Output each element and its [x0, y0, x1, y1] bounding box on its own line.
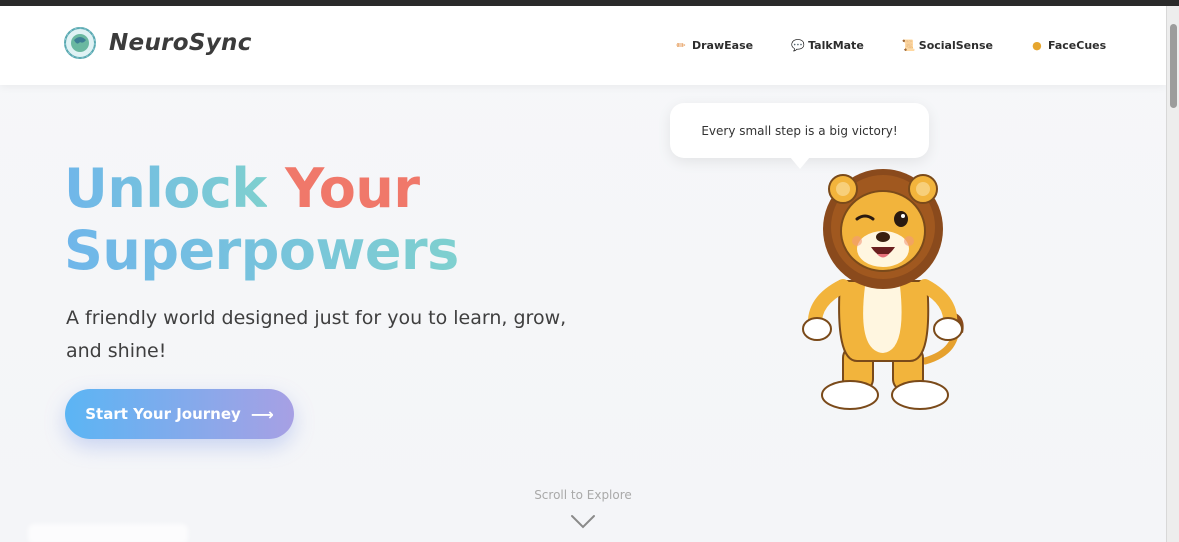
speech-bubble-icon: 💬	[791, 39, 805, 52]
speech-bubble: Every small step is a big victory!	[670, 103, 929, 158]
brand-logo[interactable]: NeuroSync	[63, 26, 252, 60]
hero-headline: Unlock Your Superpowers	[64, 158, 459, 282]
nav-item-drawease[interactable]: ✏ DrawEase	[675, 39, 753, 52]
scrollbar-thumb[interactable]	[1170, 24, 1177, 108]
chevron-down-icon[interactable]	[570, 514, 596, 530]
face-icon: ●	[1032, 39, 1042, 52]
main-nav: ✏ DrawEase 💬 TalkMate 📜 SocialSense ● Fa…	[675, 39, 1106, 52]
mascot-speech: Every small step is a big victory!	[701, 123, 898, 138]
site-header: NeuroSync ✏ DrawEase 💬 TalkMate 📜 Social…	[0, 6, 1166, 85]
headline-word-superpowers: Superpowers	[64, 219, 459, 282]
pencil-icon: ✏	[676, 39, 686, 52]
nav-item-socialsense[interactable]: 📜 SocialSense	[902, 39, 993, 52]
blurred-overlay	[28, 524, 188, 542]
page-scrollbar[interactable]	[1166, 6, 1179, 542]
arrow-right-icon: ⟶	[250, 404, 274, 424]
nav-label: DrawEase	[692, 39, 754, 52]
scroll-to-explore[interactable]: Scroll to Explore	[500, 488, 666, 502]
hero-subtitle: A friendly world designed just for you t…	[66, 307, 567, 362]
lion-mascot-illustration	[802, 169, 964, 410]
nav-item-facecues[interactable]: ● FaceCues	[1031, 39, 1106, 52]
start-journey-button[interactable]: Start Your Journey ⟶	[65, 389, 294, 439]
nav-label: SocialSense	[918, 39, 993, 52]
headline-word-unlock: Unlock	[64, 157, 267, 220]
nav-item-talkmate[interactable]: 💬 TalkMate	[791, 39, 864, 52]
cta-label: Start Your Journey	[85, 405, 241, 423]
brand-name: NeuroSync	[109, 30, 252, 56]
headline-word-your: Your	[285, 157, 420, 220]
globe-brain-icon	[64, 27, 96, 59]
page-viewport: NeuroSync ✏ DrawEase 💬 TalkMate 📜 Social…	[0, 6, 1166, 542]
nav-label: FaceCues	[1047, 39, 1107, 52]
nav-label: TalkMate	[808, 39, 864, 52]
scroll-icon: 📜	[901, 39, 916, 52]
